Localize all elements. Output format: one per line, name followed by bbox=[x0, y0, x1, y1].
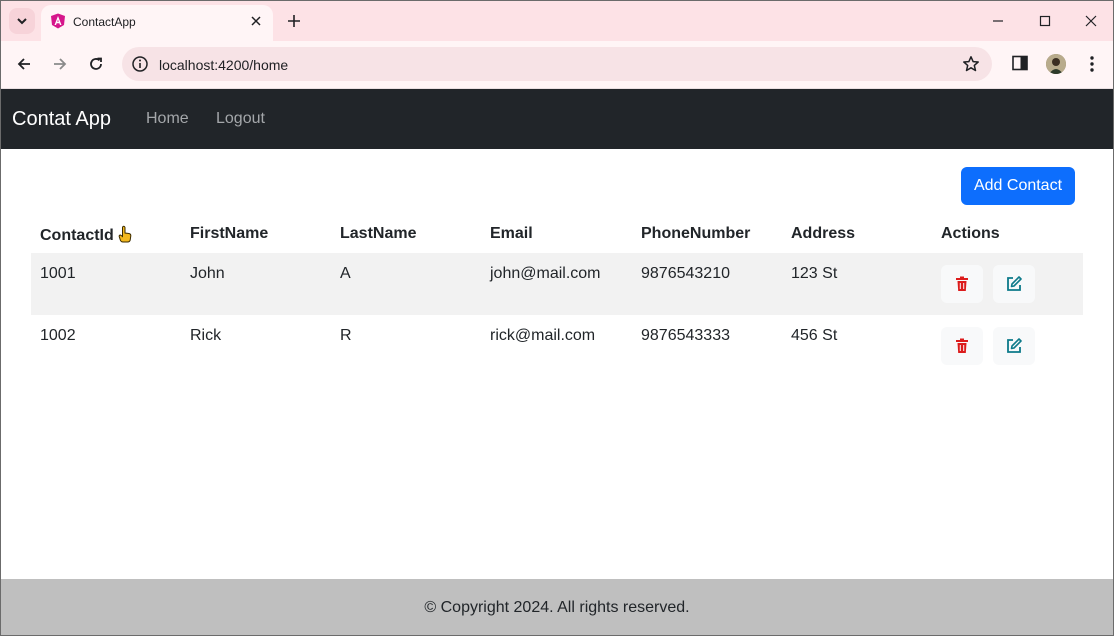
table-row: 1001 John A john@mail.com 9876543210 123… bbox=[31, 253, 1083, 315]
column-header-label: ContactId bbox=[40, 227, 114, 244]
cell-email: john@mail.com bbox=[490, 265, 601, 282]
reload-button[interactable] bbox=[85, 53, 107, 75]
cell-firstname: John bbox=[190, 265, 225, 282]
pointing-hand-icon bbox=[118, 225, 132, 248]
copyright-text: © Copyright 2024. All rights reserved. bbox=[424, 599, 690, 616]
edit-button[interactable] bbox=[993, 327, 1035, 365]
minimize-icon bbox=[993, 20, 1003, 22]
column-header-lastname: LastName bbox=[340, 225, 417, 242]
table-header-row: ContactId FirstName LastName Email Phone… bbox=[31, 213, 1083, 253]
tab-strip: ContactApp bbox=[1, 1, 1113, 41]
tab-title: ContactApp bbox=[73, 15, 136, 29]
side-panel-icon[interactable] bbox=[1011, 54, 1029, 72]
bookmark-star-icon[interactable] bbox=[962, 55, 980, 73]
profile-avatar[interactable] bbox=[1046, 54, 1066, 74]
plus-icon bbox=[288, 15, 300, 27]
trash-icon bbox=[956, 338, 968, 353]
chevron-down-icon bbox=[17, 18, 27, 25]
page-footer: © Copyright 2024. All rights reserved. bbox=[1, 579, 1113, 635]
trash-icon bbox=[956, 276, 968, 291]
cell-email: rick@mail.com bbox=[490, 327, 596, 344]
minimize-button[interactable] bbox=[984, 9, 1012, 33]
column-header-address: Address bbox=[791, 225, 856, 242]
browser-toolbar: localhost:4200/home bbox=[1, 41, 1113, 89]
cell-contactid: 1001 bbox=[40, 265, 76, 282]
close-icon bbox=[251, 16, 261, 26]
address-bar[interactable]: localhost:4200/home bbox=[122, 47, 992, 81]
avatar-icon bbox=[1046, 54, 1066, 74]
column-header-contactid: ContactId bbox=[40, 225, 132, 248]
cell-address: 123 St bbox=[791, 265, 838, 282]
brand-title[interactable]: Contat App bbox=[12, 108, 111, 131]
more-menu-icon[interactable] bbox=[1083, 54, 1101, 74]
browser-tab[interactable]: ContactApp bbox=[41, 5, 273, 41]
url-text[interactable]: localhost:4200/home bbox=[159, 57, 288, 73]
column-header-actions: Actions bbox=[941, 225, 1000, 242]
cell-lastname: A bbox=[340, 265, 351, 282]
maximize-button[interactable] bbox=[1031, 9, 1059, 33]
tab-close-button[interactable] bbox=[247, 12, 265, 30]
column-header-firstname: FirstName bbox=[190, 225, 269, 242]
edit-icon bbox=[1007, 338, 1022, 353]
browser-window: ContactApp localhost:4200/home Contat Ap… bbox=[0, 0, 1114, 636]
delete-button[interactable] bbox=[941, 265, 983, 303]
arrow-right-icon bbox=[54, 58, 67, 70]
close-icon bbox=[1085, 15, 1097, 27]
add-contact-button[interactable]: Add Contact bbox=[961, 167, 1075, 205]
angular-icon bbox=[51, 13, 65, 29]
forward-button[interactable] bbox=[49, 53, 71, 75]
column-header-email: Email bbox=[490, 225, 533, 242]
new-tab-button[interactable] bbox=[284, 11, 304, 31]
back-button[interactable] bbox=[13, 53, 35, 75]
cell-lastname: R bbox=[340, 327, 352, 344]
cell-address: 456 St bbox=[791, 327, 838, 344]
close-window-button[interactable] bbox=[1077, 9, 1105, 33]
cell-firstname: Rick bbox=[190, 327, 222, 344]
nav-link-logout[interactable]: Logout bbox=[216, 110, 265, 128]
app-navbar: Contat App Home Logout bbox=[1, 89, 1113, 149]
cell-phonenumber: 9876543333 bbox=[641, 327, 730, 344]
maximize-icon bbox=[1039, 15, 1051, 27]
arrow-left-icon bbox=[17, 58, 30, 70]
tab-search-button[interactable] bbox=[9, 8, 35, 34]
delete-button[interactable] bbox=[941, 327, 983, 365]
column-header-phonenumber: PhoneNumber bbox=[641, 225, 751, 242]
edit-button[interactable] bbox=[993, 265, 1035, 303]
cell-phonenumber: 9876543210 bbox=[641, 265, 730, 282]
edit-icon bbox=[1007, 276, 1022, 291]
reload-icon bbox=[90, 57, 102, 70]
nav-link-home[interactable]: Home bbox=[146, 110, 189, 128]
cell-contactid: 1002 bbox=[40, 327, 76, 344]
site-info-icon[interactable] bbox=[131, 55, 149, 73]
table-row: 1002 Rick R rick@mail.com 9876543333 456… bbox=[31, 315, 1083, 377]
